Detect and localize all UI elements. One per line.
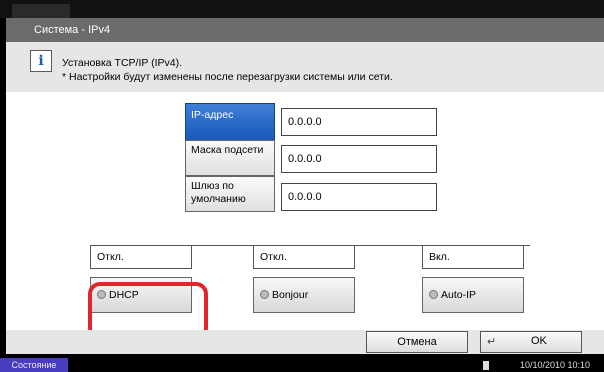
- default-gateway-value[interactable]: 0.0.0.0: [281, 183, 437, 211]
- top-tab: [12, 4, 70, 18]
- radio-dot-icon: [429, 290, 438, 299]
- ip-address-button[interactable]: IP-адрес: [185, 103, 275, 143]
- default-gateway-label: Шлюз по умолчанию: [191, 180, 246, 205]
- auto-ip-status: Вкл.: [422, 245, 524, 269]
- bonjour-button[interactable]: Bonjour: [253, 277, 355, 313]
- window-title: Система - IPv4: [34, 24, 111, 36]
- cancel-button[interactable]: Отмена: [366, 331, 468, 353]
- info-message-line1: Установка TCP/IP (IPv4).: [62, 57, 183, 69]
- subnet-mask-button[interactable]: Маска подсети: [185, 140, 275, 176]
- radio-dot-icon: [260, 290, 269, 299]
- job-indicator-icon: [483, 361, 489, 370]
- top-strip: [0, 0, 604, 18]
- bonjour-label: Bonjour: [272, 289, 309, 301]
- default-gateway-button[interactable]: Шлюз по умолчанию: [185, 176, 275, 212]
- ipv4-panel: Система - IPv4 i Установка TCP/IP (IPv4)…: [6, 18, 604, 354]
- enter-icon: ↵: [487, 336, 497, 348]
- status-bar: [0, 354, 604, 372]
- title-bar: Система - IPv4: [6, 18, 604, 42]
- info-message-line2: * Настройки будут изменены после перезаг…: [62, 71, 393, 83]
- auto-ip-label: Auto-IP: [441, 289, 477, 301]
- dhcp-status: Откл.: [90, 245, 192, 269]
- auto-ip-button[interactable]: Auto-IP: [422, 277, 524, 313]
- ok-label: OK: [531, 335, 547, 347]
- status-button[interactable]: Состояние: [0, 358, 68, 372]
- info-icon: i: [30, 50, 52, 72]
- subnet-mask-label: Маска подсети: [191, 144, 264, 156]
- date-time: 10/10/2010 10:10: [520, 360, 591, 370]
- ip-address-value[interactable]: 0.0.0.0: [281, 108, 437, 136]
- bonjour-status: Откл.: [253, 245, 355, 269]
- ok-button[interactable]: ↵ OK: [480, 331, 582, 353]
- subnet-mask-value[interactable]: 0.0.0.0: [281, 145, 437, 173]
